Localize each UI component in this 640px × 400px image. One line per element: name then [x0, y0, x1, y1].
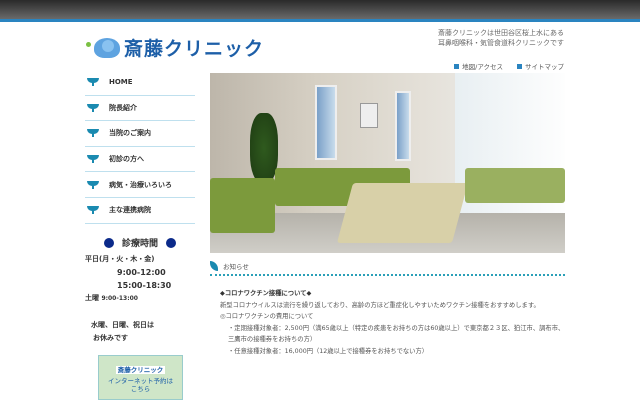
waiting-room-photo	[210, 73, 565, 253]
elephant-logo-icon	[86, 36, 122, 60]
access-link[interactable]: 地図/アクセス	[454, 61, 503, 71]
sprout-icon	[87, 206, 99, 215]
leaf-icon	[210, 261, 218, 271]
tagline-line: 斎藤クリニックは世田谷区桜上水にある	[438, 29, 564, 37]
news-paragraph: 新型コロナウイルスは流行を繰り返しており、高齢の方ほど重症化しやすいためワクチン…	[220, 301, 540, 309]
hours-title: 診療時間	[121, 239, 158, 249]
closed-days: 水曜、日曜、祝日は	[91, 321, 154, 329]
dotted-divider	[210, 274, 565, 276]
tagline-line: 耳鼻咽喉科・気管食道科クリニックです	[438, 39, 564, 47]
news-heading: お知らせ	[210, 261, 249, 271]
news-paragraph: ・定期接種対象者：2,500円（満65歳以上（特定の疾患をお持ちの方は60歳以上…	[228, 324, 565, 344]
nav-item-diseases[interactable]: 病気・治療いろいろ	[85, 172, 195, 198]
online-reservation-banner[interactable]: 斎藤クリニック インターネット予約は こちら	[98, 355, 183, 400]
nav-label: 主な連携病院	[109, 206, 151, 215]
square-bullet-icon	[454, 64, 460, 69]
weekday-pm: 15:00-18:30	[117, 281, 172, 290]
clinic-logo[interactable]: 斎藤クリニック	[86, 34, 264, 61]
sitemap-link[interactable]: サイトマップ	[517, 61, 564, 71]
sprout-icon	[87, 129, 99, 138]
header-rule	[0, 19, 640, 22]
square-bullet-icon	[517, 64, 522, 69]
banner-logo: 斎藤クリニック	[115, 366, 166, 374]
nav-item-first-visit[interactable]: 初診の方へ	[85, 147, 195, 173]
saturday-label: 土曜	[85, 294, 99, 302]
news-heading-label: お知らせ	[223, 263, 249, 271]
saturday-hours: 9:00-13:00	[101, 295, 138, 302]
banner-text: インターネット予約は	[108, 377, 173, 385]
news-content: ◆コロナワクチン接種について◆ 新型コロナウイルスは流行を繰り返しており、高齢の…	[220, 288, 565, 357]
nav-label: 院長紹介	[109, 103, 137, 112]
sidebar-nav: HOME 院長紹介 当院のご案内 初診の方へ 病気・治療いろいろ 主な連携病院	[85, 70, 195, 224]
weekday-am: 9:00-12:00	[117, 268, 166, 277]
nav-item-hospitals[interactable]: 主な連携病院	[85, 198, 195, 224]
top-bar	[0, 0, 640, 19]
logo-text: 斎藤クリニック	[124, 38, 265, 60]
nav-label: 初診の方へ	[109, 155, 144, 164]
nav-label: HOME	[109, 78, 133, 87]
closed-note: お休みです	[93, 334, 128, 342]
weekday-label: 平日(月・火・木・金)	[85, 255, 155, 263]
nav-label: 当院のご案内	[109, 129, 151, 138]
sprout-icon	[87, 180, 99, 189]
access-link-label: 地図/アクセス	[462, 63, 503, 71]
news-paragraph: ◎コロナワクチンの費用について	[220, 313, 314, 320]
sprout-icon	[87, 78, 99, 87]
circle-icon	[103, 237, 114, 248]
news-paragraph: ・任意接種対象者：16,000円（12歳以上で接種券をお持ちでない方）	[228, 347, 429, 355]
nav-item-guide[interactable]: 当院のご案内	[85, 121, 195, 147]
tagline: 斎藤クリニックは世田谷区桜上水にある 耳鼻咽喉科・気管食道科クリニックです	[438, 28, 564, 48]
office-hours: 診療時間 平日(月・火・木・金) 9:00-12:00 15:00-18:30 …	[85, 236, 195, 345]
sitemap-link-label: サイトマップ	[525, 63, 564, 71]
header-links: 地図/アクセス サイトマップ	[454, 61, 564, 71]
news-title: ◆コロナワクチン接種について◆	[220, 290, 312, 297]
sprout-icon	[87, 103, 99, 112]
nav-label: 病気・治療いろいろ	[109, 180, 172, 189]
banner-text: こちら	[130, 385, 151, 393]
circle-icon	[166, 237, 176, 248]
nav-item-home[interactable]: HOME	[85, 70, 195, 96]
nav-item-director[interactable]: 院長紹介	[85, 96, 195, 122]
sprout-icon	[87, 155, 99, 164]
